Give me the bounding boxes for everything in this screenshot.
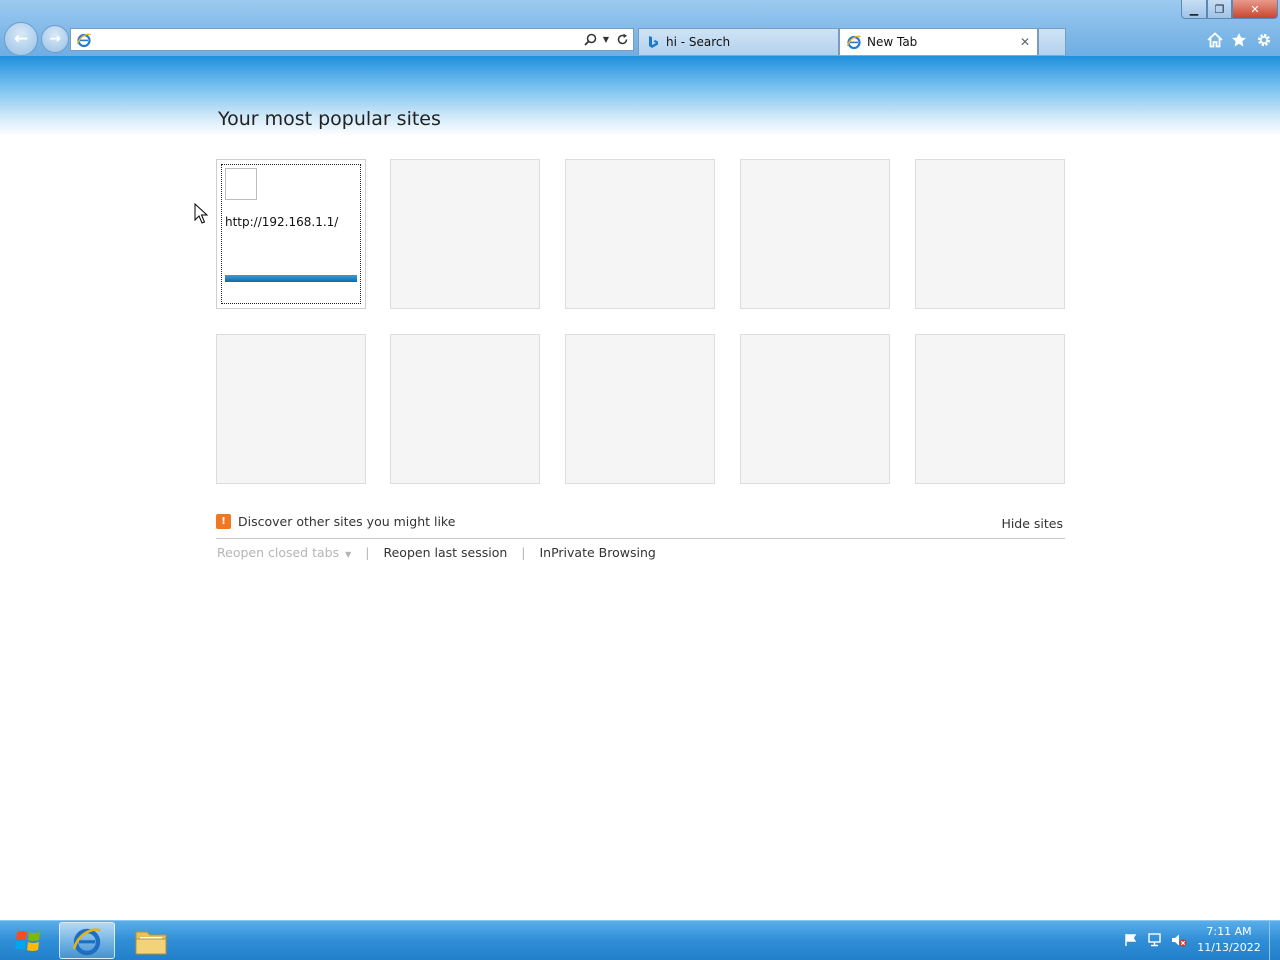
discover-sites-link[interactable]: ! Discover other sites you might like [216, 514, 455, 529]
taskbar-windows-explorer[interactable] [123, 922, 179, 959]
restore-button[interactable]: ❐ [1207, 0, 1232, 19]
ie-icon [72, 927, 102, 955]
inprivate-browsing-link[interactable]: InPrivate Browsing [539, 545, 655, 560]
mouse-cursor-icon [194, 203, 208, 224]
gear-icon [1257, 33, 1271, 47]
site-url: http://192.168.1.1/ [225, 215, 339, 229]
ie-icon [76, 33, 92, 47]
tab-hi-search[interactable]: hi - Search [638, 28, 839, 55]
chevron-down-icon: ▼ [602, 35, 610, 44]
site-tile[interactable]: http://192.168.1.1/ [216, 159, 366, 309]
address-input[interactable] [96, 29, 582, 50]
chevron-down-icon: ▼ [345, 550, 352, 559]
minimize-button[interactable]: ▁ [1181, 0, 1207, 19]
site-tile[interactable] [216, 334, 366, 484]
site-tile[interactable] [390, 334, 540, 484]
lightbulb-icon: ! [216, 514, 231, 529]
reopen-closed-tabs-link[interactable]: Reopen closed tabs ▼ [217, 545, 351, 560]
taskbar [0, 920, 1280, 960]
new-tab-button[interactable] [1038, 28, 1066, 55]
site-tile[interactable] [565, 334, 715, 484]
header-gradient [0, 56, 1280, 136]
address-bar: ▼ [70, 28, 634, 51]
forward-button[interactable]: → [41, 25, 69, 53]
activity-bar-fill [225, 275, 357, 282]
close-window-button[interactable]: ✕ [1232, 0, 1278, 19]
browser-toolbar: ▁ ❐ ✕ ← → ▼ hi - Search New Tab ✕ [0, 0, 1280, 56]
reopen-closed-tabs-label: Reopen closed tabs [217, 545, 340, 560]
page-title: Your most popular sites [218, 108, 441, 130]
clock-time: 7:11 AM [1206, 925, 1252, 938]
home-icon [1207, 32, 1223, 48]
ie-icon [846, 34, 862, 50]
minimize-icon: ▁ [1189, 2, 1199, 16]
action-center-flag-icon[interactable] [1123, 932, 1139, 948]
forward-arrow-icon: → [49, 31, 61, 47]
divider [216, 538, 1065, 539]
taskbar-internet-explorer[interactable] [59, 922, 115, 959]
discover-label: Discover other sites you might like [238, 514, 456, 529]
site-favicon [225, 168, 257, 200]
tab-new-tab[interactable]: New Tab ✕ [839, 28, 1038, 55]
star-icon [1232, 33, 1246, 47]
tab-label: New Tab [867, 35, 918, 49]
session-links: Reopen closed tabs ▼ | Reopen last sessio… [217, 545, 656, 560]
site-tile[interactable] [565, 159, 715, 309]
search-icon [583, 33, 596, 46]
bing-icon [645, 34, 661, 50]
tab-label: hi - Search [666, 35, 731, 49]
site-tile[interactable] [740, 334, 890, 484]
reopen-last-session-link[interactable]: Reopen last session [383, 545, 507, 560]
site-tile[interactable] [740, 159, 890, 309]
favorites-button[interactable] [1230, 31, 1248, 49]
tab-close-button[interactable]: ✕ [1017, 35, 1033, 49]
activity-bar [225, 275, 357, 282]
volume-muted-icon[interactable] [1171, 932, 1187, 948]
restore-icon: ❐ [1214, 2, 1225, 16]
close-icon: ✕ [1250, 2, 1260, 16]
folder-icon [135, 931, 167, 954]
search-button[interactable] [582, 32, 598, 48]
show-desktop-button[interactable] [1269, 921, 1280, 960]
windows-logo-icon [15, 931, 40, 951]
home-button[interactable] [1206, 31, 1224, 49]
hide-sites-link[interactable]: Hide sites [1001, 516, 1063, 531]
site-tile[interactable] [915, 334, 1065, 484]
system-clock[interactable]: 7:11 AM 11/13/2022 [1196, 924, 1262, 956]
site-tile[interactable] [915, 159, 1065, 309]
start-button[interactable] [4, 923, 52, 959]
separator: | [365, 545, 370, 560]
separator: | [521, 545, 526, 560]
address-dropdown-button[interactable]: ▼ [601, 32, 611, 48]
site-tile[interactable] [390, 159, 540, 309]
back-button[interactable]: ← [4, 22, 38, 56]
network-icon[interactable] [1147, 932, 1163, 948]
clock-date: 11/13/2022 [1197, 941, 1261, 954]
tools-button[interactable] [1255, 31, 1273, 49]
refresh-icon [617, 33, 627, 45]
back-arrow-icon: ← [13, 29, 29, 49]
refresh-button[interactable] [614, 32, 630, 48]
